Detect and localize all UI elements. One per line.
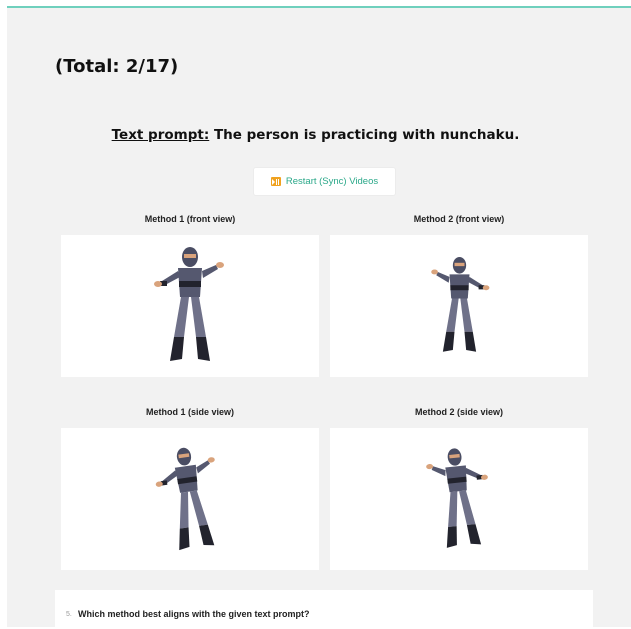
restart-button-label: Restart (Sync) Videos bbox=[285, 176, 379, 187]
video-method1-front[interactable] bbox=[61, 235, 319, 377]
ninja-figure-image bbox=[414, 439, 503, 559]
progress-total: (Total: 2/17) bbox=[55, 56, 179, 77]
ninja-figure-image bbox=[142, 436, 237, 561]
restart-sync-videos-button[interactable]: Restart (Sync) Videos bbox=[254, 168, 395, 195]
ninja-figure-image bbox=[422, 252, 497, 360]
video-label-method1-front: Method 1 (front view) bbox=[144, 214, 236, 224]
video-method2-front[interactable] bbox=[330, 235, 588, 377]
survey-panel: (Total: 2/17) Text prompt: The person is… bbox=[7, 6, 631, 629]
text-prompt-label: Text prompt: bbox=[111, 127, 210, 143]
video-label-method2-front: Method 2 (front view) bbox=[413, 214, 505, 224]
play-pause-icon bbox=[270, 177, 281, 186]
ninja-figure-image bbox=[145, 241, 235, 371]
question-number: 5. bbox=[66, 611, 72, 618]
video-label-method1-side: Method 1 (side view) bbox=[145, 407, 234, 417]
video-label-method2-side: Method 2 (side view) bbox=[414, 407, 503, 417]
question-text: Which method best aligns with the given … bbox=[78, 609, 310, 619]
question-card: 5. Which method best aligns with the giv… bbox=[55, 590, 593, 629]
video-method2-side[interactable] bbox=[330, 428, 588, 570]
video-method1-side[interactable] bbox=[61, 428, 319, 570]
text-prompt-value: The person is practicing with nunchaku. bbox=[213, 127, 520, 143]
text-prompt: Text prompt: The person is practicing wi… bbox=[7, 127, 624, 143]
